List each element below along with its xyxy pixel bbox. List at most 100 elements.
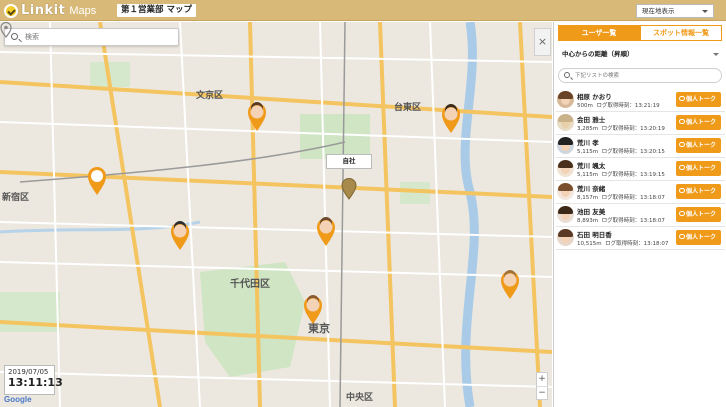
zoom-out-button[interactable]: − (537, 386, 547, 399)
talk-button-label: 個人トーク (686, 142, 717, 149)
user-pin-icon[interactable] (316, 217, 336, 247)
user-meta: 5,115m ログ取得時刻：13:19:15 (577, 170, 665, 178)
side-panel: ユーザ一覧 スポット情報一覧 中心からの距離（昇順） 相原 かおり 500m ロ… (553, 22, 726, 407)
log-time-label: ログ取得時刻： (605, 241, 644, 247)
view-mode-select[interactable]: 現在地表示 (636, 4, 714, 18)
log-time-value: 13:20:19 (640, 126, 665, 132)
user-meta: 3,285m ログ取得時刻：13:20:19 (577, 124, 665, 132)
ueno-park-area (300, 114, 370, 159)
log-time-label: ログ取得時刻： (601, 126, 641, 132)
personal-talk-button[interactable]: 個人トーク (676, 92, 721, 107)
user-distance: 8,893m (577, 218, 599, 224)
talk-button-label: 個人トーク (686, 96, 717, 103)
map-search-input[interactable] (25, 31, 175, 43)
log-time-value: 13:18:07 (640, 195, 665, 201)
hq-pin-icon[interactable] (341, 178, 357, 200)
user-pin-icon[interactable] (500, 270, 520, 300)
chat-bubble-icon (679, 211, 685, 216)
avatar (557, 229, 574, 246)
avatar (557, 91, 574, 108)
user-meta: 5,115m ログ取得時刻：13:20:15 (577, 147, 665, 155)
list-item[interactable]: 荒川 奈緒 8,157m ログ取得時刻：13:18:07 個人トーク (556, 181, 725, 204)
talk-button-label: 個人トーク (686, 165, 717, 172)
personal-talk-button[interactable]: 個人トーク (676, 138, 721, 153)
user-distance: 5,115m (577, 149, 599, 155)
view-mode-label: 現在地表示 (642, 7, 675, 15)
user-meta: 10,515m ログ取得時刻：13:18:07 (577, 239, 668, 247)
map-search-box[interactable] (4, 28, 179, 46)
area-label-taito: 台東区 (394, 103, 422, 113)
tab-spot-list[interactable]: スポット情報一覧 (640, 25, 722, 41)
map-graphics (0, 22, 552, 407)
list-item[interactable]: 荒川 颯太 5,115m ログ取得時刻：13:19:15 個人トーク (556, 158, 725, 181)
log-time-label: ログ取得時刻： (601, 195, 641, 201)
chat-bubble-icon (679, 96, 685, 101)
location-pin-icon[interactable] (0, 22, 12, 38)
app-logo[interactable]: Linkit Maps (4, 3, 96, 18)
avatar (557, 114, 574, 131)
avatar (557, 206, 574, 223)
tab-user-list[interactable]: ユーザ一覧 (558, 25, 640, 41)
personal-talk-button[interactable]: 個人トーク (676, 230, 721, 245)
log-time-label: ログ取得時刻： (601, 172, 641, 178)
search-icon (11, 33, 18, 40)
zoom-control: + − (536, 372, 548, 400)
chevron-down-icon (713, 53, 719, 56)
list-item[interactable]: 池田 友美 8,893m ログ取得時刻：13:18:07 個人トーク (556, 204, 725, 227)
avatar (557, 183, 574, 200)
talk-button-label: 個人トーク (686, 234, 717, 241)
list-item[interactable]: 石田 明日香 10,515m ログ取得時刻：13:18:07 個人トーク (556, 227, 725, 250)
chat-bubble-icon (679, 188, 685, 193)
user-meta: 500m ログ取得時刻：13:21:19 (577, 101, 660, 109)
area-label-chiyoda: 千代田区 (230, 279, 270, 290)
log-time-value: 13:21:19 (634, 103, 660, 109)
time-text: 13:11:13 (8, 376, 63, 389)
area-label-bunkyo: 文京区 (196, 91, 224, 101)
user-pin-icon[interactable] (441, 104, 461, 134)
area-label-shinjuku: 新宿区 (2, 193, 30, 203)
user-distance: 5,115m (577, 172, 599, 178)
logo-check-icon (4, 3, 18, 18)
map-canvas[interactable]: × 文京区 台東区 新宿区 千代田区 東京 中央区 自社 2019/07/05 … (0, 22, 552, 407)
chat-bubble-icon (679, 165, 685, 170)
list-item[interactable]: 相原 かおり 500m ログ取得時刻：13:21:19 個人トーク (556, 89, 725, 112)
user-pin-icon[interactable] (303, 295, 323, 325)
user-distance: 500m (577, 103, 593, 109)
zoom-in-button[interactable]: + (537, 373, 547, 386)
logo-subtitle: Maps (69, 4, 97, 17)
talk-button-label: 個人トーク (686, 188, 717, 195)
user-name: 荒川 孝 (577, 139, 599, 147)
date-text: 2019/07/05 (8, 368, 49, 376)
personal-talk-button[interactable]: 個人トーク (676, 184, 721, 199)
area-label-chuo: 中央区 (346, 393, 374, 403)
log-time-label: ログ取得時刻： (601, 218, 641, 224)
user-pin-icon[interactable] (87, 166, 107, 196)
personal-talk-button[interactable]: 個人トーク (676, 161, 721, 176)
user-pin-icon[interactable] (247, 102, 267, 132)
search-icon (564, 72, 570, 78)
personal-talk-button[interactable]: 個人トーク (676, 207, 721, 222)
list-item[interactable]: 荒川 孝 5,115m ログ取得時刻：13:20:15 個人トーク (556, 135, 725, 158)
list-item[interactable]: 会田 雅士 3,285m ログ取得時刻：13:20:19 個人トーク (556, 112, 725, 135)
talk-button-label: 個人トーク (686, 119, 717, 126)
user-distance: 8,157m (577, 195, 599, 201)
user-meta: 8,893m ログ取得時刻：13:18:07 (577, 216, 665, 224)
avatar (557, 137, 574, 154)
list-search-box[interactable] (558, 68, 722, 83)
chat-bubble-icon (679, 234, 685, 239)
user-name: 石田 明日香 (577, 231, 612, 239)
user-name: 相原 かおり (577, 93, 612, 101)
log-time-value: 13:19:15 (640, 172, 665, 178)
google-logo: Google (4, 395, 32, 404)
user-pin-icon[interactable] (170, 221, 190, 251)
log-time-label: ログ取得時刻： (601, 149, 641, 155)
datetime-display: 2019/07/05 13:11:13 (4, 365, 63, 395)
list-search-input[interactable] (575, 70, 715, 81)
app-header: Linkit Maps 第１営業部 マップ 現在地表示 (0, 0, 726, 21)
sort-select[interactable]: 中心からの距離（昇順） (558, 47, 722, 62)
user-name: 会田 雅士 (577, 116, 606, 124)
personal-talk-button[interactable]: 個人トーク (676, 115, 721, 130)
panel-tabs: ユーザ一覧 スポット情報一覧 (558, 25, 722, 41)
user-name: 荒川 奈緒 (577, 185, 606, 193)
panel-collapse-button[interactable]: × (534, 28, 551, 56)
